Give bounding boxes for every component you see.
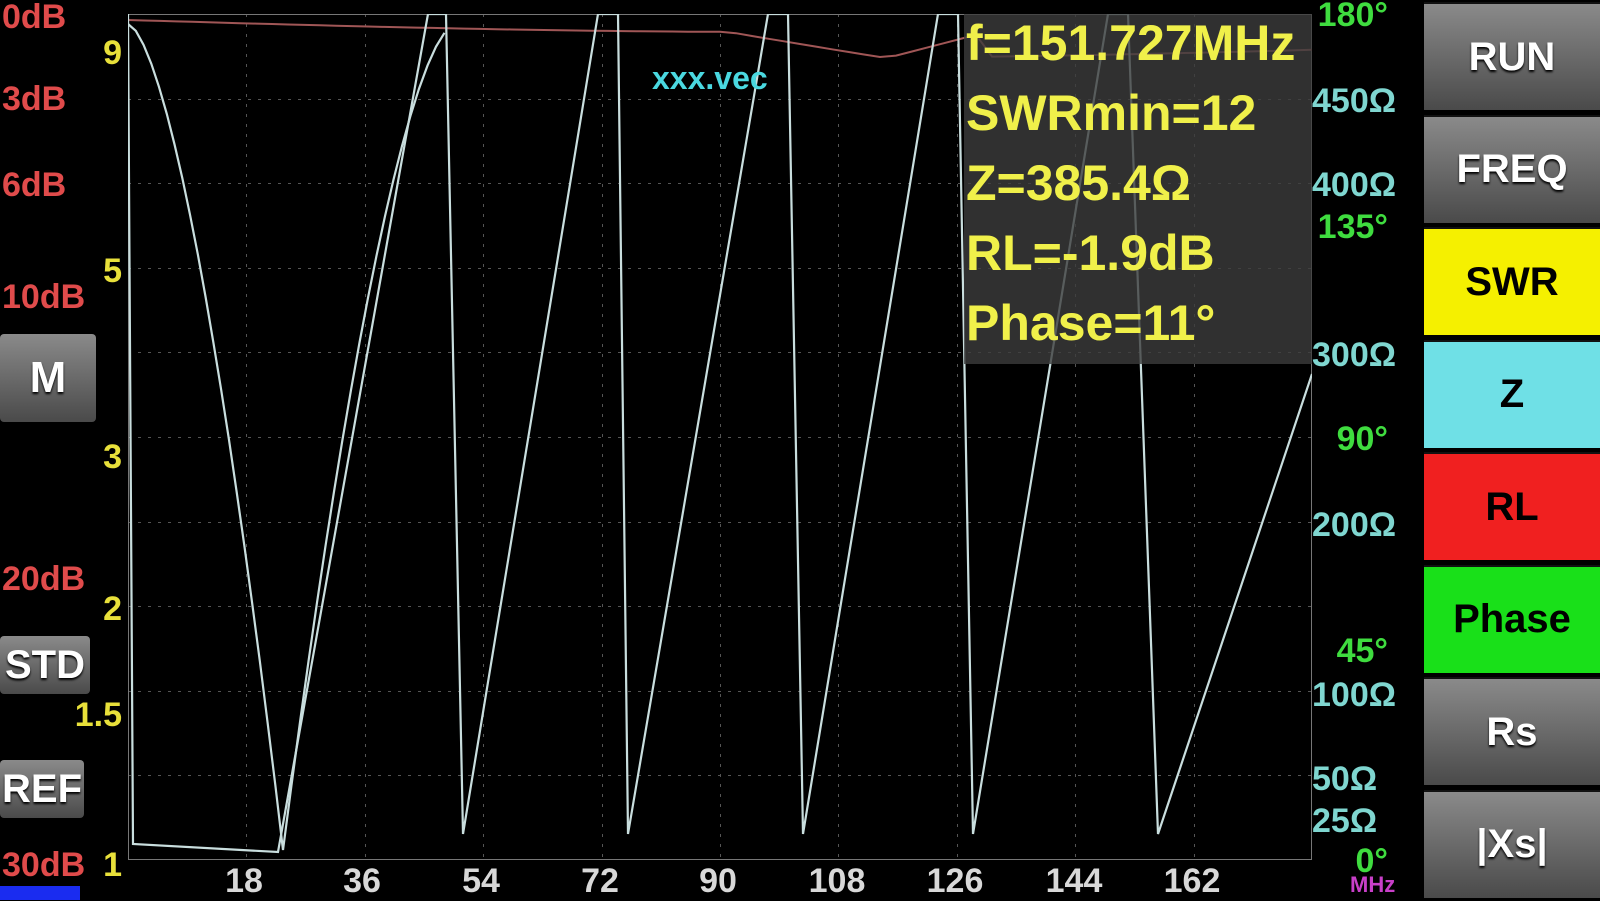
x-axis-label: 144 xyxy=(1045,862,1103,900)
z-axis-label: 100Ω xyxy=(1312,676,1396,714)
rl-axis-label: 3dB xyxy=(2,80,67,118)
phase-axis-label: 180° xyxy=(1317,0,1388,34)
x-axis-label: 108 xyxy=(808,862,866,900)
x-axis-label: 126 xyxy=(926,862,984,900)
x-axis-label: 36 xyxy=(343,862,381,900)
swr-button[interactable]: SWR xyxy=(1424,227,1600,335)
z-axis-label: 50Ω xyxy=(1312,760,1378,798)
std-button[interactable]: STD xyxy=(0,636,90,694)
rl-axis-label: 0dB xyxy=(2,0,67,36)
z-axis-label: 25Ω xyxy=(1312,802,1378,840)
xs-button[interactable]: |Xs| xyxy=(1424,789,1600,898)
readout-return-loss: RL=-1.9dB xyxy=(966,225,1215,281)
readout-frequency: f=151.727MHz xyxy=(966,15,1296,71)
marker-button[interactable]: M xyxy=(0,334,96,422)
run-button[interactable]: RUN xyxy=(1424,2,1600,110)
status-indicator xyxy=(0,886,80,900)
swr-trace xyxy=(128,23,446,851)
z-axis-label: 450Ω xyxy=(1312,82,1396,120)
rl-axis-label: 6dB xyxy=(2,166,67,204)
phase-axis-label: 45° xyxy=(1336,632,1388,670)
freq-button[interactable]: FREQ xyxy=(1424,114,1600,223)
rs-button[interactable]: Rs xyxy=(1424,677,1600,785)
swr-axis-label: 1.5 xyxy=(74,696,122,734)
z-button[interactable]: Z xyxy=(1424,339,1600,448)
swr-axis-label: 3 xyxy=(103,438,122,476)
swr-axis-label: 5 xyxy=(103,252,122,290)
z-axis-label: 400Ω xyxy=(1312,166,1396,204)
phase-button[interactable]: Phase xyxy=(1424,564,1600,673)
x-axis-label: 54 xyxy=(462,862,500,900)
readout-phase: Phase=11° xyxy=(966,295,1216,351)
x-axis-label: 72 xyxy=(581,862,619,900)
readout-swrmin: SWRmin=12 xyxy=(966,85,1257,141)
phase-axis-label: 90° xyxy=(1336,420,1388,458)
x-axis-unit: MHz xyxy=(1350,872,1396,897)
x-axis-label: 18 xyxy=(225,862,263,900)
file-name: xxx.vec xyxy=(652,60,768,96)
z-axis-label: 200Ω xyxy=(1312,506,1396,544)
swr-axis-label: 9 xyxy=(103,34,122,72)
ref-button[interactable]: REF xyxy=(0,760,84,818)
rl-button[interactable]: RL xyxy=(1424,452,1600,560)
readout-impedance: Z=385.4Ω xyxy=(966,155,1191,211)
swr-axis-label: 2 xyxy=(103,590,122,628)
x-axis-label: 162 xyxy=(1163,862,1221,900)
z-axis-label: 300Ω xyxy=(1312,336,1396,374)
x-axis-label: 90 xyxy=(699,862,737,900)
phase-axis-label: 135° xyxy=(1317,208,1388,246)
swr-axis-label: 1 xyxy=(103,846,122,884)
